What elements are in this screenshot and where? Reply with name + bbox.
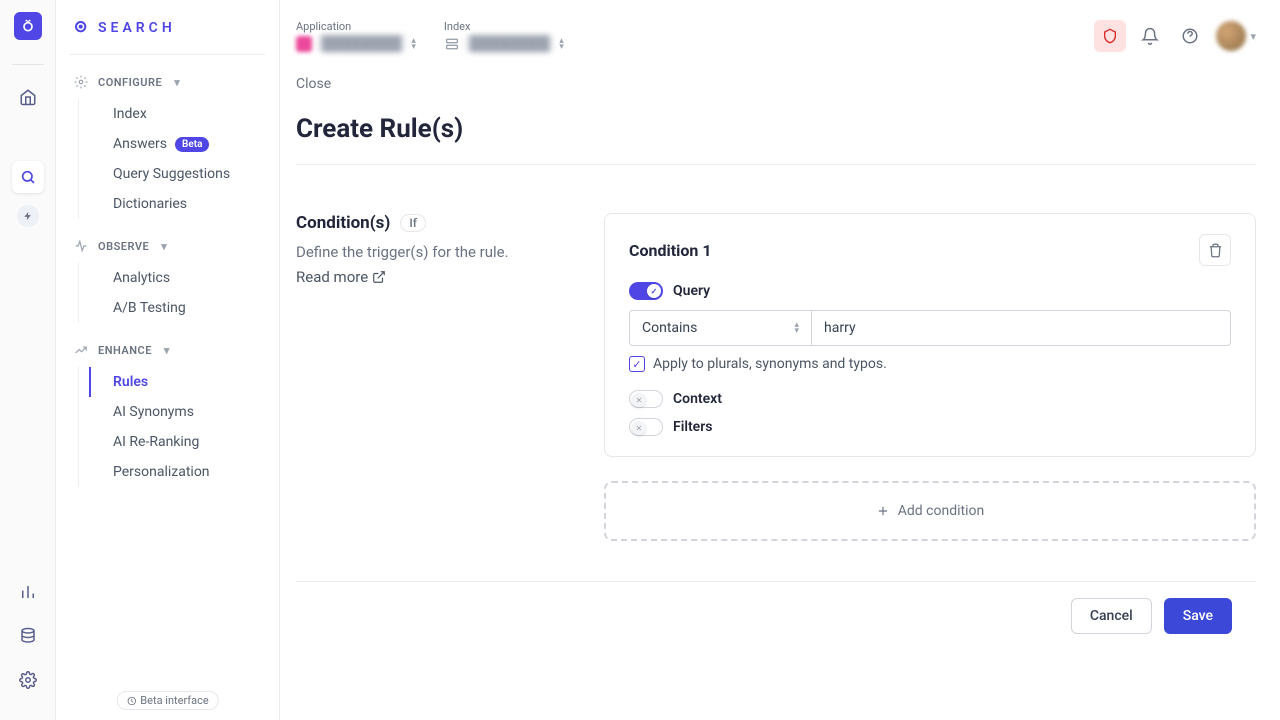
nav-analytics[interactable]: Analytics xyxy=(90,263,279,293)
query-toggle-label: Query xyxy=(673,283,710,299)
nav-ab-testing[interactable]: A/B Testing xyxy=(90,293,279,323)
nav-dictionaries[interactable]: Dictionaries xyxy=(90,189,279,219)
section-observe[interactable]: OBSERVE ▾ xyxy=(56,229,279,263)
save-button[interactable]: Save xyxy=(1164,598,1232,634)
delete-condition-button[interactable] xyxy=(1199,234,1231,266)
database-icon[interactable] xyxy=(12,620,44,652)
application-picker[interactable]: Application ████████▴▾ xyxy=(296,20,416,52)
search-nav-icon[interactable] xyxy=(12,161,44,193)
brand-text: SEARCH xyxy=(98,20,176,36)
close-link[interactable]: Close xyxy=(296,64,1256,92)
apply-plurals-checkbox[interactable]: ✓ xyxy=(629,356,645,372)
query-input[interactable] xyxy=(811,310,1231,346)
chevron-down-icon[interactable]: ▾ xyxy=(1250,30,1256,43)
nav-answers[interactable]: AnswersBeta xyxy=(90,129,279,159)
add-condition-button[interactable]: Add condition xyxy=(604,481,1256,541)
beta-badge: Beta xyxy=(175,137,209,152)
cancel-button[interactable]: Cancel xyxy=(1071,598,1152,634)
if-pill: If xyxy=(400,214,426,232)
main: Application ████████▴▾ Index ████████▴▾ … xyxy=(280,0,1280,720)
nav-ai-synonyms[interactable]: AI Synonyms xyxy=(90,397,279,427)
chevron-down-icon: ▾ xyxy=(161,240,167,253)
app-rail xyxy=(0,0,56,720)
section-enhance[interactable]: ENHANCE ▾ xyxy=(56,333,279,367)
footer: Cancel Save xyxy=(296,581,1256,650)
trend-icon xyxy=(74,343,88,357)
bell-icon[interactable] xyxy=(1134,20,1166,52)
condition-title: Condition 1 xyxy=(629,241,712,260)
nav-query-suggestions[interactable]: Query Suggestions xyxy=(90,159,279,189)
nav-rules[interactable]: Rules xyxy=(89,367,279,397)
nav-ai-reranking[interactable]: AI Re-Ranking xyxy=(90,427,279,457)
nav-index[interactable]: Index xyxy=(90,99,279,129)
chart-icon[interactable] xyxy=(12,576,44,608)
read-more-link[interactable]: Read more xyxy=(296,268,580,286)
gear-icon[interactable] xyxy=(12,664,44,696)
chevron-down-icon: ▾ xyxy=(164,344,170,357)
nav-personalization[interactable]: Personalization xyxy=(90,457,279,487)
help-icon[interactable] xyxy=(1174,20,1206,52)
chevron-down-icon: ▾ xyxy=(174,76,180,89)
lightning-icon[interactable] xyxy=(17,205,39,227)
apply-plurals-label: Apply to plurals, synonyms and typos. xyxy=(653,356,887,372)
topbar: Application ████████▴▾ Index ████████▴▾ … xyxy=(280,0,1280,64)
section-configure[interactable]: CONFIGURE ▾ xyxy=(56,65,279,99)
brand[interactable]: SEARCH xyxy=(56,14,279,54)
page-title: Create Rule(s) xyxy=(296,92,1256,164)
conditions-heading: Condition(s) If xyxy=(296,213,580,233)
index-picker[interactable]: Index ████████▴▾ xyxy=(444,20,564,52)
query-toggle[interactable] xyxy=(629,282,663,300)
condition-card: Condition 1 Query Contains ▴▾ xyxy=(604,213,1256,457)
sidebar: SEARCH CONFIGURE ▾ Index AnswersBeta Que… xyxy=(56,0,280,720)
gear-icon xyxy=(74,75,88,89)
filters-toggle-label: Filters xyxy=(673,419,712,435)
context-toggle-label: Context xyxy=(673,391,722,407)
pulse-icon xyxy=(74,239,88,253)
shield-alert-icon[interactable] xyxy=(1094,20,1126,52)
conditions-description: Define the trigger(s) for the rule. xyxy=(296,241,580,264)
filters-toggle[interactable] xyxy=(629,418,663,436)
match-type-select[interactable]: Contains ▴▾ xyxy=(629,310,811,346)
context-toggle[interactable] xyxy=(629,390,663,408)
brand-icon xyxy=(74,20,90,36)
logo[interactable] xyxy=(14,12,42,40)
home-icon[interactable] xyxy=(12,81,44,113)
avatar[interactable] xyxy=(1216,21,1246,51)
beta-interface-pill[interactable]: Beta interface xyxy=(116,691,218,710)
